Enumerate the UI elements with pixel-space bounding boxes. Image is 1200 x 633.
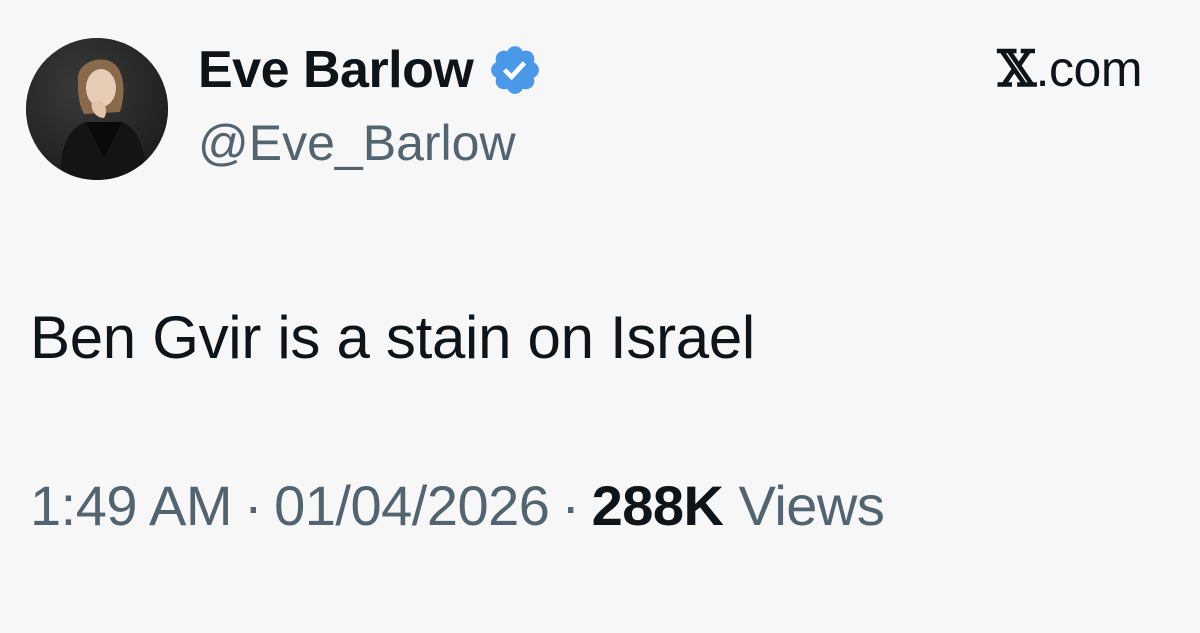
- meta-separator: ·: [243, 474, 263, 537]
- display-name[interactable]: Eve Barlow: [198, 44, 474, 96]
- x-logo-icon: 𝕏: [997, 39, 1036, 98]
- tweet-card: Eve Barlow @Eve_Barlow 𝕏.com Ben Gvir is…: [0, 0, 1200, 633]
- site-label: 𝕏.com: [997, 41, 1143, 97]
- meta-separator: ·: [561, 474, 580, 537]
- site-suffix: .com: [1035, 41, 1143, 97]
- tweet-text: Ben Gvir is a stain on Israel: [30, 304, 755, 371]
- tweet-meta: 1:49 AM · 01/04/2026 · 288K Views: [30, 478, 885, 534]
- tweet-time[interactable]: 1:49 AM: [30, 474, 232, 537]
- views-label: Views: [738, 474, 885, 537]
- profile-photo-icon: [26, 38, 168, 180]
- avatar[interactable]: [26, 38, 168, 180]
- author-handle[interactable]: @Eve_Barlow: [198, 118, 516, 168]
- verified-badge-icon: [487, 42, 543, 98]
- views-count: 288K: [591, 474, 724, 537]
- author-name-row: Eve Barlow: [198, 38, 543, 102]
- tweet-date[interactable]: 01/04/2026: [274, 474, 550, 537]
